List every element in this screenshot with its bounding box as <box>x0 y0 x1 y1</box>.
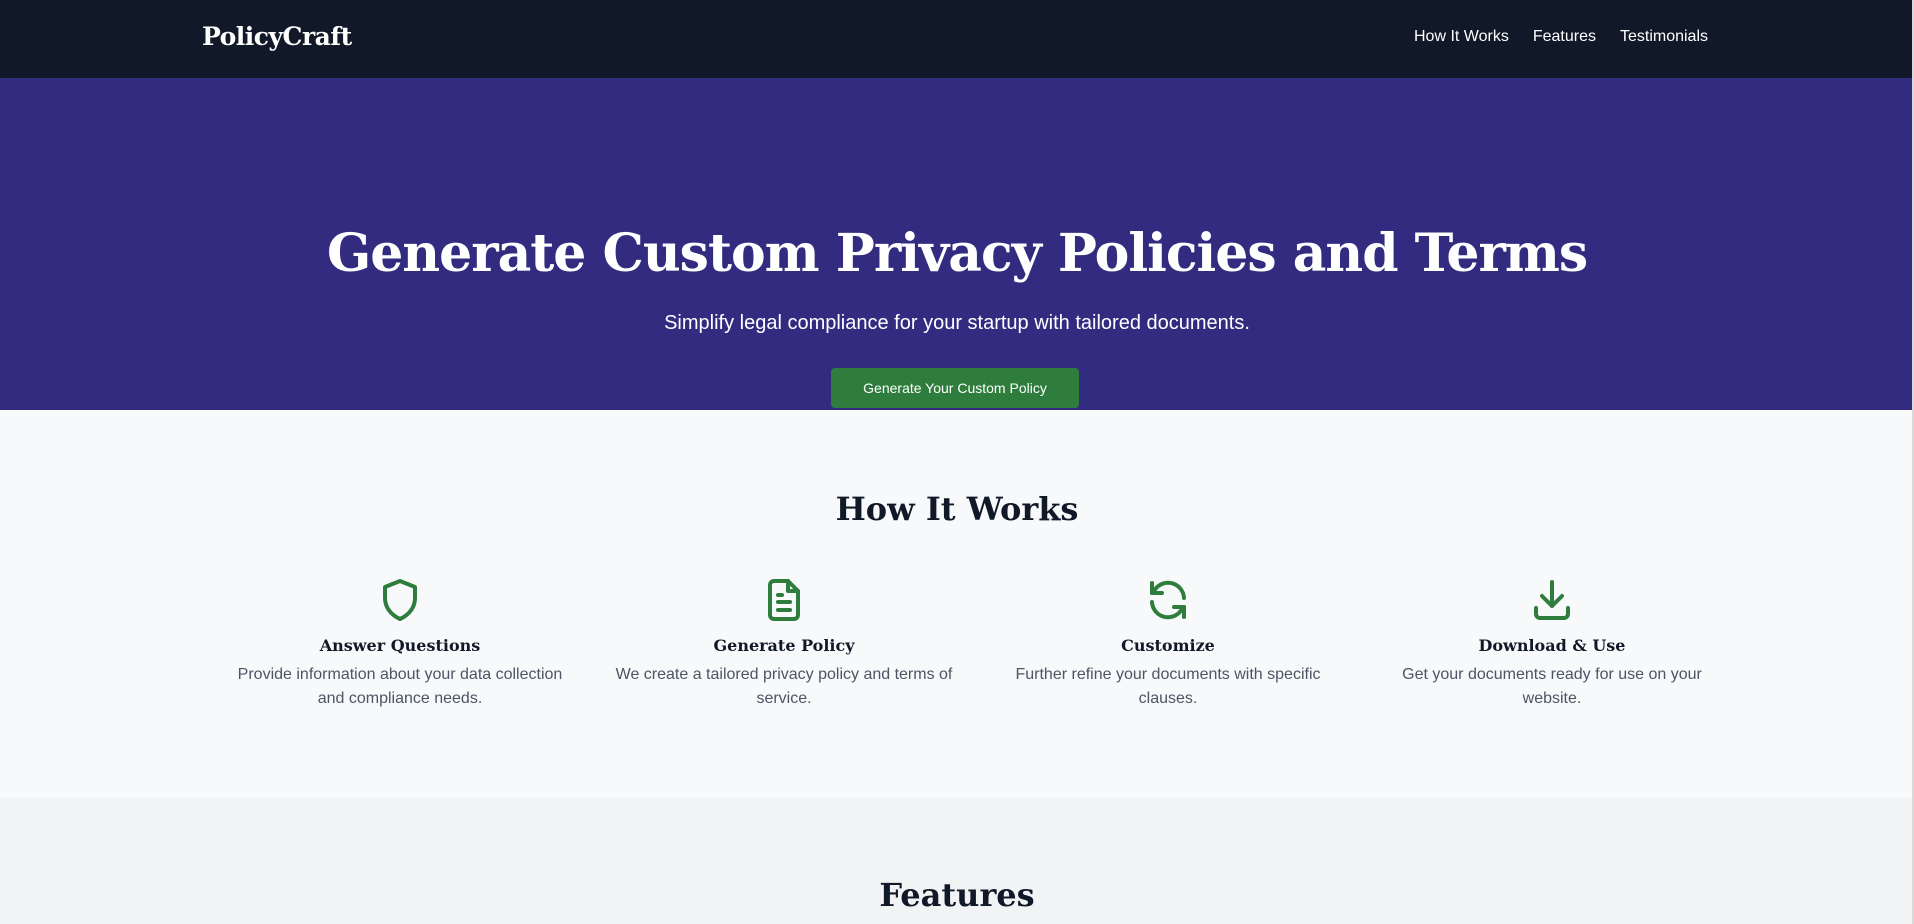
hero-title: Generate Custom Privacy Policies and Ter… <box>326 223 1588 284</box>
brand-logo[interactable]: PolicyCraft <box>202 22 352 51</box>
step-description: We create a tailored privacy policy and … <box>615 666 953 707</box>
nav-links: How It Works Features Testimonials <box>1414 28 1708 46</box>
nav-link-how-it-works[interactable]: How It Works <box>1414 28 1509 46</box>
step-description: Further refine your documents with speci… <box>1015 666 1321 707</box>
step-answer-questions: Answer Questions Provide information abo… <box>208 576 592 711</box>
hero-section: Generate Custom Privacy Policies and Ter… <box>0 78 1914 410</box>
refresh-icon <box>1150 580 1186 620</box>
download-icon <box>1534 580 1570 620</box>
nav-link-features[interactable]: Features <box>1533 28 1596 46</box>
step-description: Provide information about your data coll… <box>237 666 563 707</box>
shield-icon <box>383 579 417 621</box>
how-it-works-section: How It Works Answer Questions Provide in… <box>0 410 1914 798</box>
how-it-works-heading: How It Works <box>835 490 1079 528</box>
features-heading: Features <box>879 876 1035 914</box>
step-title: Generate Policy <box>713 636 855 655</box>
step-title: Download & Use <box>1478 636 1626 655</box>
step-generate-policy: Generate Policy We create a tailored pri… <box>592 576 976 711</box>
step-customize: Customize Further refine your documents … <box>976 576 1360 711</box>
step-description: Get your documents ready for use on your… <box>1402 666 1702 707</box>
document-icon <box>768 579 800 621</box>
navbar: PolicyCraft How It Works Features Testim… <box>0 0 1914 78</box>
step-download-use: Download & Use Get your documents ready … <box>1360 576 1744 711</box>
generate-policy-button[interactable]: Generate Your Custom Policy <box>831 368 1079 408</box>
nav-link-testimonials[interactable]: Testimonials <box>1620 28 1708 46</box>
hero-subtitle: Simplify legal compliance for your start… <box>664 312 1250 334</box>
step-title: Answer Questions <box>319 636 481 655</box>
features-section: Features <box>0 798 1914 924</box>
step-title: Customize <box>1121 636 1215 655</box>
steps-list: Answer Questions Provide information abo… <box>208 576 1744 711</box>
